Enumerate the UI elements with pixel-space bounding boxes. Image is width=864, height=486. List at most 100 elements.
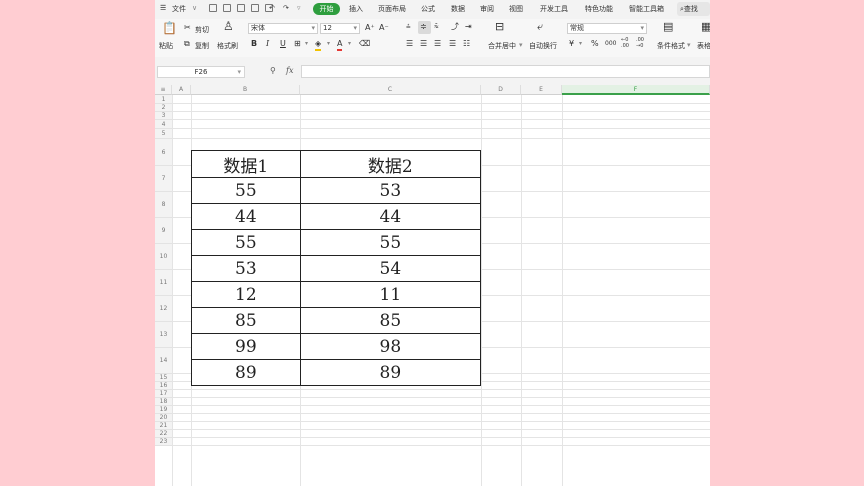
italic-icon[interactable]: I xyxy=(266,39,269,49)
tab-page-layout[interactable]: 页面布局 xyxy=(378,4,406,14)
row-header[interactable]: 12 xyxy=(155,296,172,322)
decrease-font-icon[interactable]: A⁻ xyxy=(379,23,389,33)
copy-button[interactable]: 复制 xyxy=(195,41,209,51)
column-header-e[interactable]: E xyxy=(521,85,562,95)
distributed-icon[interactable]: ☷ xyxy=(463,39,470,49)
underline-icon[interactable]: U xyxy=(280,39,286,49)
currency-icon[interactable]: ¥ xyxy=(569,39,574,49)
table-cell[interactable]: 99 xyxy=(191,333,301,360)
wrap-text-icon[interactable]: ⤶ xyxy=(537,21,543,32)
table-cell[interactable]: 85 xyxy=(191,307,301,334)
table-cell[interactable]: 89 xyxy=(299,359,482,386)
fill-color-icon[interactable]: ◈ xyxy=(315,39,322,51)
row-header[interactable]: 16 xyxy=(155,382,172,390)
row-header[interactable]: 19 xyxy=(155,406,172,414)
menu-icon[interactable]: ☰ xyxy=(160,4,166,12)
increase-font-icon[interactable]: A⁺ xyxy=(365,23,375,33)
paste-button[interactable]: 粘贴 xyxy=(159,41,173,51)
bold-icon[interactable]: B xyxy=(251,39,257,49)
row-header[interactable]: 18 xyxy=(155,398,172,406)
thousands-separator-icon[interactable]: 000 xyxy=(605,39,616,49)
table-style-icon[interactable]: ▦ xyxy=(701,21,710,32)
format-painter-button[interactable]: 格式刷 xyxy=(217,41,238,51)
table-style-button[interactable]: 表格 xyxy=(697,41,710,51)
tab-insert[interactable]: 插入 xyxy=(349,4,363,14)
row-header[interactable]: 5 xyxy=(155,129,172,139)
table-cell[interactable]: 85 xyxy=(299,307,482,334)
table-cell[interactable]: 12 xyxy=(191,281,301,308)
table-cell[interactable]: 55 xyxy=(191,177,301,204)
conditional-format-icon[interactable]: ▤ xyxy=(663,21,673,32)
font-color-icon[interactable]: A xyxy=(337,39,343,51)
merge-center-icon[interactable]: ⊟ xyxy=(495,21,504,32)
table-cell[interactable]: 54 xyxy=(299,255,482,282)
align-middle-icon[interactable]: ≑ xyxy=(420,22,427,32)
row-header[interactable]: 17 xyxy=(155,390,172,398)
table-cell[interactable]: 53 xyxy=(191,255,301,282)
row-header[interactable]: 21 xyxy=(155,422,172,430)
column-header-a[interactable]: A xyxy=(172,85,191,95)
clear-format-icon[interactable]: ⌫ xyxy=(359,39,370,49)
tab-features[interactable]: 特色功能 xyxy=(585,4,613,14)
header-cell-2[interactable]: 数据2 xyxy=(299,150,482,178)
table-cell[interactable]: 44 xyxy=(299,203,482,230)
chevron-down-icon[interactable]: ▾ xyxy=(519,41,523,49)
redo-icon[interactable]: ↷ xyxy=(283,4,289,12)
align-center-icon[interactable]: ☰ xyxy=(420,39,427,49)
chevron-down-icon[interactable]: ▾ xyxy=(579,39,582,49)
row-header[interactable]: 9 xyxy=(155,218,172,244)
name-box[interactable]: F26 ▾ xyxy=(157,66,245,78)
row-header[interactable]: 20 xyxy=(155,414,172,422)
row-header[interactable]: 1 xyxy=(155,95,172,104)
quickbar-dropdown-icon[interactable]: ▿ xyxy=(297,4,301,12)
tab-developer[interactable]: 开发工具 xyxy=(540,4,568,14)
orientation-icon[interactable]: ⤴ xyxy=(451,22,459,32)
table-cell[interactable]: 89 xyxy=(191,359,301,386)
table-cell[interactable]: 44 xyxy=(191,203,301,230)
merge-center-button[interactable]: 合并居中 xyxy=(488,41,516,51)
table-cell[interactable]: 53 xyxy=(299,177,482,204)
file-dropdown-icon[interactable]: ∨ xyxy=(192,4,197,12)
chevron-down-icon[interactable]: ▾ xyxy=(348,39,351,49)
print-icon[interactable] xyxy=(237,4,245,12)
formula-input[interactable] xyxy=(301,65,710,78)
decrease-decimal-icon[interactable]: .00 →0 xyxy=(636,37,644,49)
row-header[interactable]: 14 xyxy=(155,348,172,374)
format-painter-icon[interactable]: ♙ xyxy=(223,20,234,32)
search-box[interactable]: ⌕查找 xyxy=(677,2,710,16)
column-header-d[interactable]: D xyxy=(481,85,521,95)
chevron-down-icon[interactable]: ▾ xyxy=(305,39,308,49)
align-bottom-icon[interactable]: ⩯ xyxy=(434,22,439,32)
tab-data[interactable]: 数据 xyxy=(451,4,465,14)
row-header[interactable]: 4 xyxy=(155,120,172,129)
row-header[interactable]: 6 xyxy=(155,139,172,166)
tab-smart-tools[interactable]: 智能工具箱 xyxy=(629,4,664,14)
wrap-text-button[interactable]: 自动换行 xyxy=(529,41,557,51)
align-top-icon[interactable]: ⩮ xyxy=(406,22,411,32)
row-header[interactable]: 13 xyxy=(155,322,172,348)
percent-icon[interactable]: % xyxy=(591,39,599,49)
select-all-corner[interactable]: ≡ xyxy=(155,85,172,95)
tab-formulas[interactable]: 公式 xyxy=(421,4,435,14)
row-header[interactable]: 8 xyxy=(155,192,172,218)
save-icon[interactable] xyxy=(209,4,217,12)
row-header[interactable]: 23 xyxy=(155,438,172,446)
column-header-b[interactable]: B xyxy=(191,85,300,95)
row-header[interactable]: 3 xyxy=(155,112,172,120)
justify-icon[interactable]: ☰ xyxy=(449,39,456,49)
increase-decimal-icon[interactable]: ←0.00 xyxy=(621,37,629,49)
undo-icon[interactable]: ↶ xyxy=(269,4,275,12)
font-size-select[interactable]: 12 ▾ xyxy=(320,23,360,34)
file-menu[interactable]: 文件 xyxy=(172,4,186,14)
header-cell-1[interactable]: 数据1 xyxy=(191,150,301,178)
conditional-format-button[interactable]: 条件格式 xyxy=(657,41,685,51)
table-cell[interactable]: 55 xyxy=(299,229,482,256)
row-header[interactable]: 15 xyxy=(155,374,172,382)
column-header-c[interactable]: C xyxy=(300,85,481,95)
sheet-grid[interactable]: ≡ A B C D E F 1 2 3 4 5 6 7 8 9 10 11 12 13 14 15 16 17 1… xyxy=(155,85,710,486)
tab-review[interactable]: 审阅 xyxy=(480,4,494,14)
align-left-icon[interactable]: ☰ xyxy=(406,39,413,49)
table-cell[interactable]: 98 xyxy=(299,333,482,360)
preview-icon[interactable] xyxy=(251,4,259,12)
chevron-down-icon[interactable]: ▾ xyxy=(327,39,330,49)
